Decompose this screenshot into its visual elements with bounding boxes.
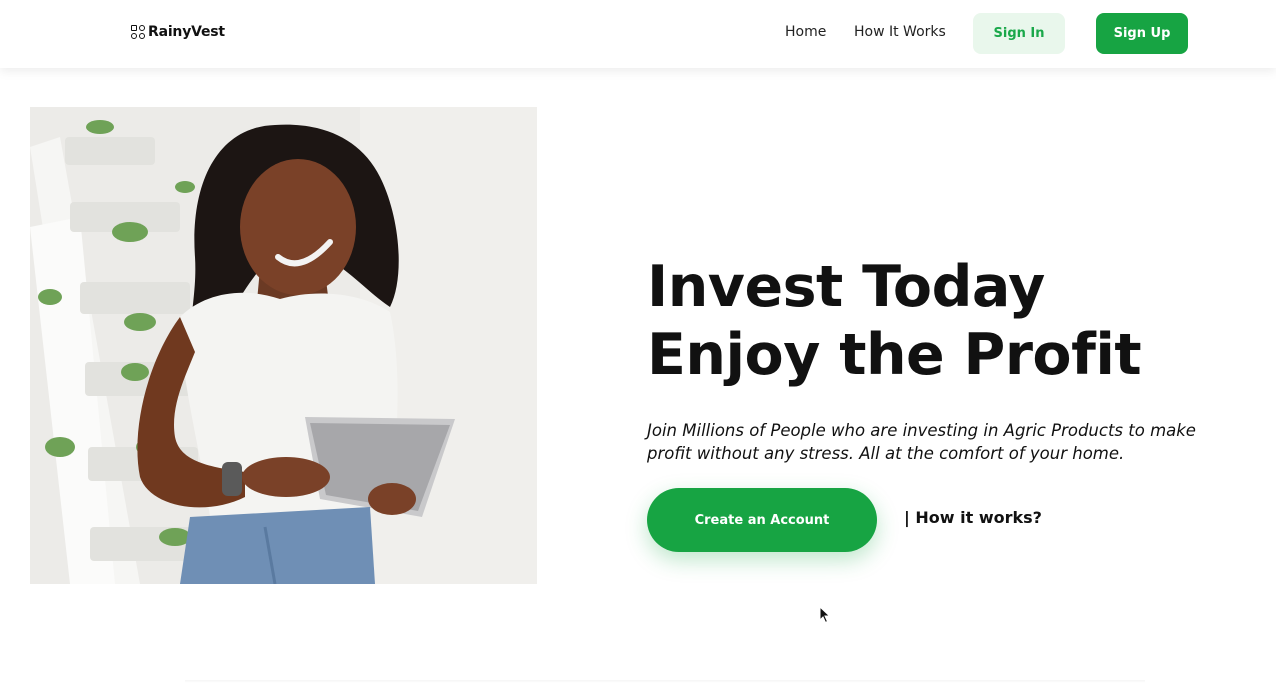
- sign-in-button[interactable]: Sign In: [973, 13, 1065, 54]
- how-it-works-link[interactable]: | How it works?: [904, 508, 1042, 527]
- nav-how-it-works-link[interactable]: How It Works: [854, 24, 946, 40]
- hero-title: Invest Today Enjoy the Profit: [647, 253, 1247, 389]
- brand-logo[interactable]: RainyVest: [131, 24, 225, 40]
- mouse-pointer-icon: [819, 606, 831, 624]
- hero-subtitle: Join Millions of People who are investin…: [647, 421, 1196, 463]
- hero-photo-woman-with-tablet: [30, 107, 537, 584]
- create-account-button[interactable]: Create an Account: [647, 488, 877, 552]
- brand-name: RainyVest: [148, 24, 225, 40]
- top-navigation-bar: RainyVest Home How It Works Sign In Sign…: [0, 0, 1276, 68]
- hero-title-line-1: Invest Today: [647, 254, 1045, 320]
- sign-up-button[interactable]: Sign Up: [1096, 13, 1188, 54]
- hero-title-line-2: Enjoy the Profit: [647, 322, 1142, 388]
- grid-logo-icon: [131, 25, 145, 39]
- nav-home-link[interactable]: Home: [785, 24, 826, 40]
